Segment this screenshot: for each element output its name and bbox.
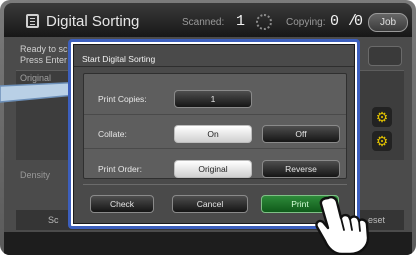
background-button-label[interactable]: Sc <box>48 215 59 225</box>
sort-icon[interactable]: ⚙ <box>372 107 392 127</box>
job-button[interactable]: Job <box>368 13 408 32</box>
dialog-settings: Print Copies: 1 Collate: On Off Print Or… <box>83 73 347 179</box>
gear-icon <box>256 14 272 30</box>
divider <box>84 114 346 115</box>
divider <box>84 148 346 149</box>
status-bar: Digital Sorting Scanned: 1 Copying: 0 / … <box>4 3 412 37</box>
print-order-reverse-button[interactable]: Reverse <box>262 160 340 178</box>
check-button[interactable]: Check <box>90 195 154 213</box>
collate-on-button[interactable]: On <box>174 125 252 143</box>
scanned-count: 1 <box>236 13 246 30</box>
ready-line: Ready to sc <box>20 44 68 54</box>
cancel-button[interactable]: Cancel <box>172 195 248 213</box>
collate-off-button[interactable]: Off <box>262 125 340 143</box>
dialog-title: Start Digital Sorting <box>82 54 156 64</box>
copying-count: 0 / <box>330 13 358 30</box>
collate-label: Collate: <box>98 129 127 139</box>
copying-label: Copying: <box>286 17 326 28</box>
device-frame: Digital Sorting Scanned: 1 Copying: 0 / … <box>0 0 416 255</box>
sort-icon[interactable]: ⚙ <box>372 131 392 151</box>
print-order-label: Print Order: <box>98 164 142 174</box>
document-icon <box>26 14 39 28</box>
print-copies-button[interactable]: 1 <box>174 90 252 108</box>
copying-total: 0 <box>354 13 364 30</box>
ready-hint: Press Enter <box>20 55 68 65</box>
density-label: Density <box>20 170 51 180</box>
ready-message: Ready to sc Press Enter <box>20 44 68 66</box>
background-button[interactable] <box>368 46 402 66</box>
print-copies-label: Print Copies: <box>98 94 147 104</box>
divider <box>74 66 354 67</box>
divider <box>83 184 347 185</box>
dialog-panel: Start Digital Sorting Print Copies: 1 Co… <box>73 44 355 224</box>
print-order-original-button[interactable]: Original <box>174 160 252 178</box>
mode-title: Digital Sorting <box>46 13 140 30</box>
hand-pointer-icon <box>315 196 370 255</box>
scanned-label: Scanned: <box>182 17 225 28</box>
